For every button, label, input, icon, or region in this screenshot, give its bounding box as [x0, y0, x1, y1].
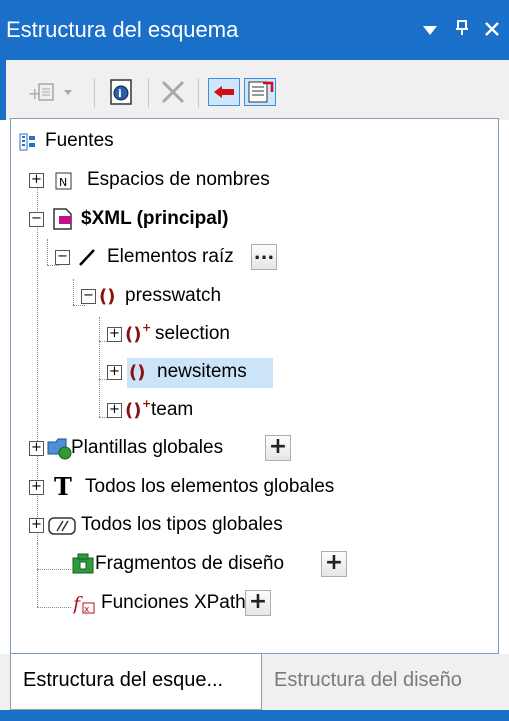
tree-node-label: team	[151, 399, 194, 420]
function-icon: f x	[71, 591, 97, 624]
svg-text:(): ()	[129, 362, 145, 383]
tree-node-label: Funciones XPath	[101, 592, 246, 613]
tree-node-label: presswatch	[125, 285, 222, 306]
menu-dropdown-icon[interactable]	[418, 0, 442, 60]
add-xpath-function-button[interactable]: +	[245, 590, 271, 616]
svg-text:i: i	[118, 87, 122, 100]
expand-plus-icon[interactable]: +	[29, 518, 44, 533]
tree-node-global-templates[interactable]: + Plantillas globales +	[29, 434, 429, 462]
toolbar-separator	[148, 78, 149, 108]
toolbar-separator	[94, 78, 95, 108]
tree-line	[37, 543, 38, 607]
design-fragments-icon	[71, 552, 97, 585]
tab-schema-tree[interactable]: Estructura del esque...	[10, 654, 262, 710]
tree-node-label: Elementos raíz	[107, 246, 234, 267]
tree-node-newsitems[interactable]: + () newsitems	[107, 358, 407, 388]
add-element-button[interactable]: +	[28, 78, 84, 106]
tree-node-label: $XML (principal)	[81, 208, 229, 229]
expand-all-button[interactable]	[244, 78, 276, 106]
collapse-button[interactable]	[208, 78, 240, 106]
tree-line	[47, 239, 48, 265]
close-icon[interactable]	[480, 0, 504, 60]
window-title: Estructura del esquema	[6, 17, 239, 42]
collapse-minus-icon[interactable]: −	[29, 212, 44, 227]
expand-plus-icon[interactable]: +	[29, 173, 44, 188]
sources-icon	[19, 132, 37, 160]
element-icon: ()	[129, 361, 151, 392]
expand-plus-icon[interactable]: +	[29, 441, 44, 456]
svg-text:x: x	[84, 605, 90, 615]
global-types-icon	[47, 515, 77, 546]
tree-node-xpath-functions[interactable]: f x Funciones XPath +	[63, 589, 483, 617]
tree-node-team[interactable]: + () + team	[107, 396, 407, 424]
add-design-fragment-button[interactable]: +	[321, 551, 347, 577]
namespace-icon: N	[55, 171, 73, 199]
tree-node-label: Fragmentos de diseño	[95, 553, 285, 574]
tree-node-label: selection	[155, 323, 230, 344]
svg-text:T: T	[54, 473, 72, 499]
tree-node-all-global-types[interactable]: + Todos los tipos globales	[29, 511, 489, 539]
schema-tree-window: Estructura del esquema + i Fuentes + N E…	[0, 0, 509, 721]
tree-node-label: newsitems	[157, 361, 247, 382]
tree-line	[73, 279, 74, 305]
expand-plus-icon[interactable]: +	[107, 327, 122, 342]
more-button[interactable]: ...	[251, 244, 277, 270]
tree-node-presswatch[interactable]: − () presswatch	[81, 282, 481, 310]
slash-icon	[77, 247, 97, 276]
window-bottom-edge	[0, 710, 509, 721]
tree-node-all-global-elements[interactable]: + T Todos los elementos globales	[29, 472, 489, 501]
tree-node-fuentes[interactable]: Fuentes	[19, 127, 319, 155]
schema-tree: Fuentes + N Espacios de nombres − $XML (…	[10, 118, 499, 654]
tree-line	[99, 317, 100, 417]
svg-text:+: +	[142, 397, 151, 410]
element-icon: ()	[99, 285, 121, 316]
tree-node-label: Plantillas globales	[71, 437, 224, 458]
svg-text:(): ()	[99, 286, 115, 307]
element-plus-icon: () +	[125, 397, 151, 430]
xml-source-icon	[51, 207, 75, 240]
svg-text:(): ()	[125, 400, 141, 421]
tree-node-xml-main[interactable]: − $XML (principal)	[29, 205, 429, 233]
tree-node-selection[interactable]: + () + selection	[107, 320, 407, 348]
expand-plus-icon[interactable]: +	[107, 365, 122, 380]
tree-node-design-fragments[interactable]: Fragmentos de diseño +	[63, 550, 483, 578]
element-plus-icon: () +	[125, 321, 151, 354]
type-t-icon: T	[53, 472, 75, 508]
tab-design-tree[interactable]: Estructura del diseño	[262, 654, 509, 708]
svg-text:f: f	[73, 593, 83, 615]
collapse-minus-icon[interactable]: −	[81, 289, 96, 304]
pin-icon[interactable]	[450, 0, 474, 60]
tree-node-root-elements[interactable]: − Elementos raíz ...	[55, 243, 455, 271]
tree-node-label: Todos los elementos globales	[85, 476, 335, 497]
expand-plus-icon[interactable]: +	[107, 403, 122, 418]
svg-text:N: N	[59, 176, 67, 189]
delete-button[interactable]	[158, 78, 188, 106]
collapse-minus-icon[interactable]: −	[55, 250, 70, 265]
tree-node-namespaces[interactable]: + N Espacios de nombres	[29, 166, 429, 194]
schema-info-button[interactable]: i	[106, 78, 136, 106]
tree-node-label: Fuentes	[45, 130, 114, 151]
tree-node-label: Espacios de nombres	[87, 169, 270, 190]
toolbar-separator	[198, 78, 199, 108]
svg-text:+: +	[142, 321, 151, 334]
expand-plus-icon[interactable]: +	[29, 480, 44, 495]
tree-node-label: Todos los tipos globales	[81, 514, 283, 535]
svg-text:(): ()	[125, 324, 141, 345]
add-global-template-button[interactable]: +	[265, 435, 291, 461]
global-templates-icon	[47, 436, 73, 469]
title-bar[interactable]: Estructura del esquema	[0, 0, 509, 60]
toolbar: + i	[0, 60, 509, 120]
